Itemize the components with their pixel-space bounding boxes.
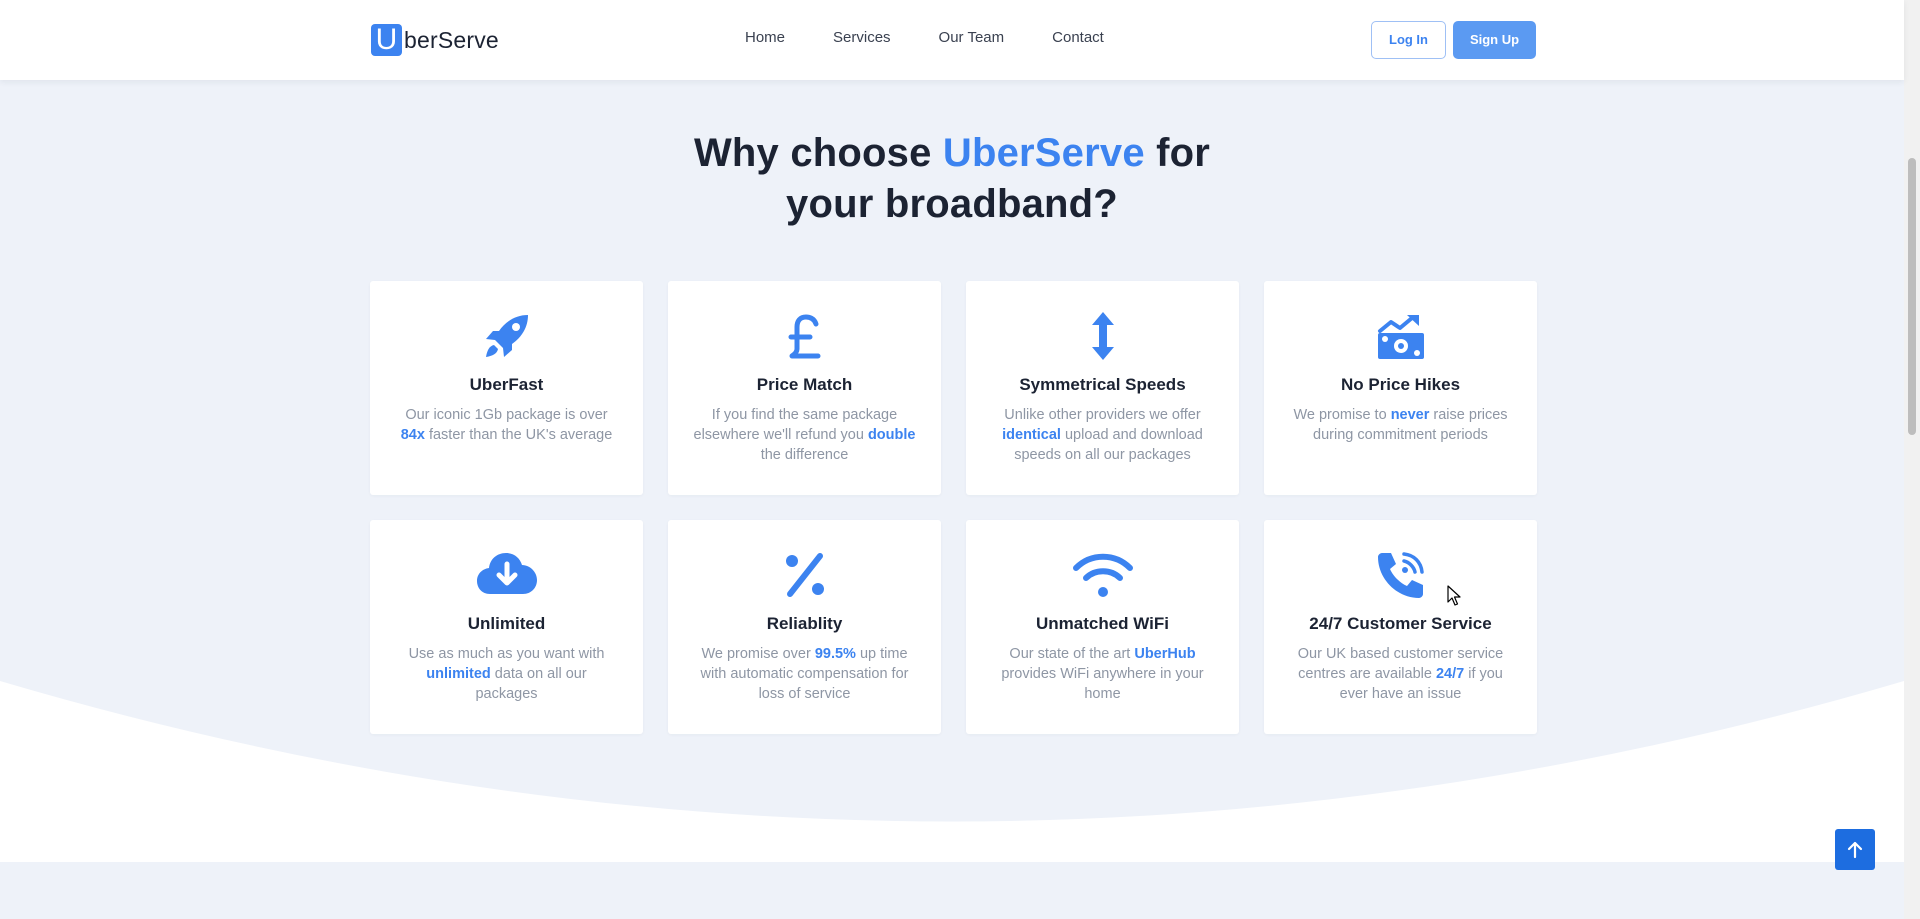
nav-link-home[interactable]: Home <box>745 29 785 46</box>
feature-title: No Price Hikes <box>1340 375 1461 394</box>
feature-description: Our UK based customer service centres ar… <box>1297 646 1504 702</box>
feature-title: Unmatched WiFi <box>1035 614 1170 633</box>
nav-link-services[interactable]: Services <box>833 29 891 46</box>
feature-card-price-match: Price Match If you find the same package… <box>668 281 941 495</box>
feature-description: Unlike other providers we offer identica… <box>1002 407 1203 463</box>
feature-title: Symmetrical Speeds <box>1019 375 1186 394</box>
percent-icon <box>668 550 941 600</box>
feature-description: If you find the same package elsewhere w… <box>693 407 916 463</box>
feature-description: We promise to never raise prices during … <box>1293 407 1508 443</box>
logo-mark: U <box>371 24 402 56</box>
signup-button[interactable]: Sign Up <box>1453 21 1536 59</box>
feature-card-uberfast: UberFast Our iconic 1Gb package is over … <box>370 281 643 495</box>
feature-title: Unlimited <box>467 614 546 633</box>
heading-line-two: your broadband? <box>786 182 1118 226</box>
cloud-download-icon <box>370 550 643 600</box>
nav-link-contact[interactable]: Contact <box>1052 29 1104 46</box>
arrows-vertical-icon <box>966 311 1239 361</box>
feature-title: 24/7 Customer Service <box>1309 614 1492 633</box>
scrollbar-thumb[interactable] <box>1908 158 1916 435</box>
feature-description: We promise over 99.5% up time with autom… <box>700 646 909 702</box>
feature-card-reliability: Reliablity We promise over 99.5% up time… <box>668 520 941 734</box>
money-chart-icon <box>1264 311 1537 361</box>
section-heading: Why choose UberServe for your broadband? <box>0 128 1904 230</box>
heading-text-start: Why choose <box>693 131 943 175</box>
feature-card-unlimited: Unlimited Use as much as you want with u… <box>370 520 643 734</box>
main-nav: Home Services Our Team Contact <box>745 29 1152 46</box>
feature-description: Our state of the art UberHub provides Wi… <box>1001 646 1204 702</box>
feature-title: Reliablity <box>766 614 843 633</box>
feature-title: UberFast <box>469 375 544 394</box>
heading-text-end: for <box>1144 131 1211 175</box>
wifi-icon <box>966 550 1239 600</box>
login-button[interactable]: Log In <box>1371 21 1446 59</box>
logo-text: berServe <box>404 26 499 53</box>
pound-icon <box>668 311 941 361</box>
feature-description: Use as much as you want with unlimited d… <box>408 646 605 702</box>
heading-brand-accent: UberServe <box>942 131 1145 175</box>
feature-card-no-price-hikes: No Price Hikes We promise to never raise… <box>1264 281 1537 495</box>
mouse-cursor-icon <box>1447 585 1461 606</box>
navbar: U berServe Home Services Our Team Contac… <box>0 0 1904 80</box>
feature-card-symmetrical-speeds: Symmetrical Speeds Unlike other provider… <box>966 281 1239 495</box>
feature-description: Our iconic 1Gb package is over 84x faste… <box>400 407 613 443</box>
phone-volume-icon <box>1264 550 1537 600</box>
rocket-icon <box>370 311 643 361</box>
arrow-up-icon <box>1847 841 1863 858</box>
back-to-top-button[interactable] <box>1835 829 1875 870</box>
feature-card-customer-service: 24/7 Customer Service Our UK based custo… <box>1264 520 1537 734</box>
next-section-band <box>0 862 1904 919</box>
features-grid: UberFast Our iconic 1Gb package is over … <box>370 281 1537 734</box>
page-scrollbar[interactable] <box>1904 0 1920 919</box>
nav-link-our-team[interactable]: Our Team <box>939 29 1005 46</box>
logo[interactable]: U berServe <box>371 24 499 56</box>
feature-title: Price Match <box>756 375 853 394</box>
feature-card-unmatched-wifi: Unmatched WiFi Our state of the art Uber… <box>966 520 1239 734</box>
